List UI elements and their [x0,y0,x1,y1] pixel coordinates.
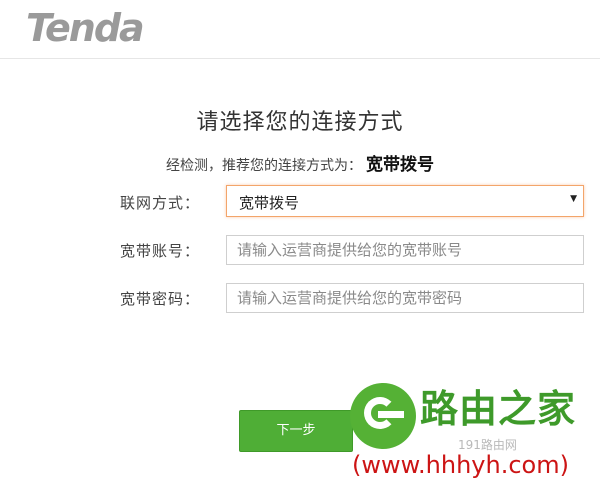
connection-type-value: 宽带拨号 [239,194,300,212]
triangle-down-icon: ▼ [570,194,577,204]
detection-value: 宽带拨号 [366,155,434,175]
connection-type-select[interactable]: 宽带拨号 ▼ [226,185,584,217]
password-label: 宽带密码： [120,290,201,308]
connection-type-label: 联网方式： [120,194,201,212]
account-input[interactable] [226,235,584,265]
next-step-button[interactable]: 下一步 [239,410,353,452]
watermark-title: 路由之家 [420,387,577,431]
e-logo-icon [350,383,416,449]
detection-prefix: 经检测，推荐您的连接方式为： [166,158,362,174]
watermark-url: (www.hhhyh.com) [352,451,569,479]
e-logo-bar [378,411,404,418]
password-input[interactable] [226,283,584,313]
page-title: 请选择您的连接方式 [196,110,404,135]
tenda-logo: Tenda [26,6,145,50]
account-label: 宽带账号： [120,242,201,260]
detection-result: 经检测，推荐您的连接方式为： 宽带拨号 [0,150,600,175]
top-header: Tenda [0,0,600,59]
